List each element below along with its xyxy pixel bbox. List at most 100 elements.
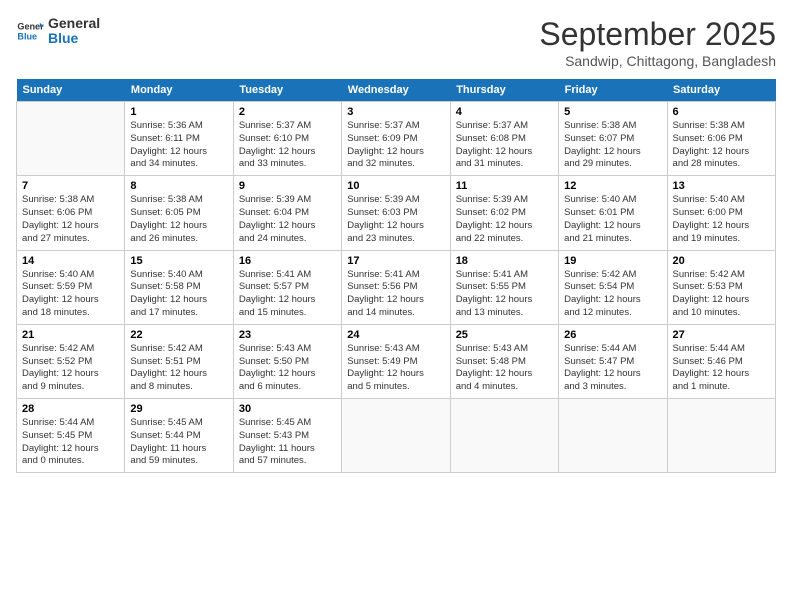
day-info: Sunrise: 5:42 AM Sunset: 5:53 PM Dayligh… — [673, 269, 770, 320]
day-info: Sunrise: 5:37 AM Sunset: 6:09 PM Dayligh… — [347, 120, 444, 171]
svg-text:Blue: Blue — [17, 32, 37, 42]
calendar-cell: 1 Sunrise: 5:36 AM Sunset: 6:11 PM Daylig… — [125, 102, 233, 176]
day-info: Sunrise: 5:43 AM Sunset: 5:49 PM Dayligh… — [347, 343, 444, 394]
day-number: 13 — [673, 180, 770, 192]
day-info: Sunrise: 5:38 AM Sunset: 6:05 PM Dayligh… — [130, 194, 227, 245]
header-cell-tuesday: Tuesday — [233, 79, 341, 102]
calendar-cell — [450, 399, 558, 473]
calendar-cell: 22Sunrise: 5:42 AM Sunset: 5:51 PM Dayli… — [125, 324, 233, 398]
day-number: 15 — [130, 255, 227, 267]
day-info: Sunrise: 5:38 AM Sunset: 6:06 PM Dayligh… — [673, 120, 770, 171]
week-row-2: 7 Sunrise: 5:38 AM Sunset: 6:06 PM Daylig… — [17, 176, 776, 250]
calendar-cell: 12 Sunrise: 5:40 AM Sunset: 6:01 PM Dayli… — [559, 176, 667, 250]
header-cell-saturday: Saturday — [667, 79, 775, 102]
day-info: Sunrise: 5:39 AM Sunset: 6:03 PM Dayligh… — [347, 194, 444, 245]
calendar-cell: 21Sunrise: 5:42 AM Sunset: 5:52 PM Dayli… — [17, 324, 125, 398]
day-info: Sunrise: 5:41 AM Sunset: 5:55 PM Dayligh… — [456, 269, 553, 320]
calendar-cell: 7 Sunrise: 5:38 AM Sunset: 6:06 PM Daylig… — [17, 176, 125, 250]
calendar-header: SundayMondayTuesdayWednesdayThursdayFrid… — [17, 79, 776, 102]
calendar-cell: 3 Sunrise: 5:37 AM Sunset: 6:09 PM Daylig… — [342, 102, 450, 176]
day-info: Sunrise: 5:38 AM Sunset: 6:06 PM Dayligh… — [22, 194, 119, 245]
day-info: Sunrise: 5:44 AM Sunset: 5:45 PM Dayligh… — [22, 417, 119, 468]
header-row: SundayMondayTuesdayWednesdayThursdayFrid… — [17, 79, 776, 102]
day-info: Sunrise: 5:36 AM Sunset: 6:11 PM Dayligh… — [130, 120, 227, 171]
calendar-cell: 17Sunrise: 5:41 AM Sunset: 5:56 PM Dayli… — [342, 250, 450, 324]
logo-icon: General Blue — [16, 17, 44, 45]
day-number: 1 — [130, 106, 227, 118]
day-info: Sunrise: 5:40 AM Sunset: 5:58 PM Dayligh… — [130, 269, 227, 320]
header: General Blue General Blue September 2025… — [16, 16, 776, 69]
calendar-cell: 25Sunrise: 5:43 AM Sunset: 5:48 PM Dayli… — [450, 324, 558, 398]
day-number: 4 — [456, 106, 553, 118]
week-row-1: 1 Sunrise: 5:36 AM Sunset: 6:11 PM Daylig… — [17, 102, 776, 176]
day-number: 9 — [239, 180, 336, 192]
day-number: 18 — [456, 255, 553, 267]
calendar-cell — [17, 102, 125, 176]
day-info: Sunrise: 5:40 AM Sunset: 5:59 PM Dayligh… — [22, 269, 119, 320]
day-number: 29 — [130, 403, 227, 415]
calendar-cell: 24 Sunrise: 5:43 AM Sunset: 5:49 PM Dayli… — [342, 324, 450, 398]
calendar-cell: 23 Sunrise: 5:43 AM Sunset: 5:50 PM Dayli… — [233, 324, 341, 398]
calendar-cell: 29 Sunrise: 5:45 AM Sunset: 5:44 PM Dayli… — [125, 399, 233, 473]
logo-text-general: General — [48, 16, 100, 31]
logo-text-blue: Blue — [48, 31, 100, 46]
day-info: Sunrise: 5:42 AM Sunset: 5:52 PM Dayligh… — [22, 343, 119, 394]
day-info: Sunrise: 5:40 AM Sunset: 6:00 PM Dayligh… — [673, 194, 770, 245]
day-number: 23 — [239, 329, 336, 341]
calendar-cell: 20Sunrise: 5:42 AM Sunset: 5:53 PM Dayli… — [667, 250, 775, 324]
day-info: Sunrise: 5:40 AM Sunset: 6:01 PM Dayligh… — [564, 194, 661, 245]
day-info: Sunrise: 5:39 AM Sunset: 6:04 PM Dayligh… — [239, 194, 336, 245]
calendar-cell — [559, 399, 667, 473]
day-info: Sunrise: 5:37 AM Sunset: 6:10 PM Dayligh… — [239, 120, 336, 171]
day-info: Sunrise: 5:45 AM Sunset: 5:43 PM Dayligh… — [239, 417, 336, 468]
day-number: 7 — [22, 180, 119, 192]
day-info: Sunrise: 5:45 AM Sunset: 5:44 PM Dayligh… — [130, 417, 227, 468]
day-number: 11 — [456, 180, 553, 192]
calendar-cell: 16 Sunrise: 5:41 AM Sunset: 5:57 PM Dayli… — [233, 250, 341, 324]
calendar-cell: 19Sunrise: 5:42 AM Sunset: 5:54 PM Dayli… — [559, 250, 667, 324]
day-number: 12 — [564, 180, 661, 192]
calendar-cell — [342, 399, 450, 473]
day-info: Sunrise: 5:41 AM Sunset: 5:57 PM Dayligh… — [239, 269, 336, 320]
header-cell-wednesday: Wednesday — [342, 79, 450, 102]
calendar-cell: 5Sunrise: 5:38 AM Sunset: 6:07 PM Daylig… — [559, 102, 667, 176]
calendar-body: 1 Sunrise: 5:36 AM Sunset: 6:11 PM Daylig… — [17, 102, 776, 473]
calendar-table: SundayMondayTuesdayWednesdayThursdayFrid… — [16, 79, 776, 473]
day-number: 16 — [239, 255, 336, 267]
week-row-4: 21Sunrise: 5:42 AM Sunset: 5:52 PM Dayli… — [17, 324, 776, 398]
week-row-3: 14 Sunrise: 5:40 AM Sunset: 5:59 PM Dayli… — [17, 250, 776, 324]
title-area: September 2025 Sandwip, Chittagong, Bang… — [539, 16, 776, 69]
day-number: 10 — [347, 180, 444, 192]
day-info: Sunrise: 5:42 AM Sunset: 5:51 PM Dayligh… — [130, 343, 227, 394]
calendar-cell: 28 Sunrise: 5:44 AM Sunset: 5:45 PM Dayli… — [17, 399, 125, 473]
calendar-cell: 10 Sunrise: 5:39 AM Sunset: 6:03 PM Dayli… — [342, 176, 450, 250]
calendar-cell: 8Sunrise: 5:38 AM Sunset: 6:05 PM Daylig… — [125, 176, 233, 250]
day-number: 28 — [22, 403, 119, 415]
day-number: 2 — [239, 106, 336, 118]
day-number: 30 — [239, 403, 336, 415]
day-number: 25 — [456, 329, 553, 341]
calendar-cell: 6 Sunrise: 5:38 AM Sunset: 6:06 PM Daylig… — [667, 102, 775, 176]
day-info: Sunrise: 5:37 AM Sunset: 6:08 PM Dayligh… — [456, 120, 553, 171]
calendar-cell: 27 Sunrise: 5:44 AM Sunset: 5:46 PM Dayli… — [667, 324, 775, 398]
day-number: 27 — [673, 329, 770, 341]
calendar-cell: 15 Sunrise: 5:40 AM Sunset: 5:58 PM Dayli… — [125, 250, 233, 324]
calendar-cell: 11Sunrise: 5:39 AM Sunset: 6:02 PM Dayli… — [450, 176, 558, 250]
day-number: 17 — [347, 255, 444, 267]
calendar-cell — [667, 399, 775, 473]
day-info: Sunrise: 5:44 AM Sunset: 5:46 PM Dayligh… — [673, 343, 770, 394]
header-cell-thursday: Thursday — [450, 79, 558, 102]
day-number: 14 — [22, 255, 119, 267]
day-number: 3 — [347, 106, 444, 118]
calendar-cell: 14 Sunrise: 5:40 AM Sunset: 5:59 PM Dayli… — [17, 250, 125, 324]
day-info: Sunrise: 5:43 AM Sunset: 5:50 PM Dayligh… — [239, 343, 336, 394]
calendar-cell: 13 Sunrise: 5:40 AM Sunset: 6:00 PM Dayli… — [667, 176, 775, 250]
day-number: 19 — [564, 255, 661, 267]
header-cell-sunday: Sunday — [17, 79, 125, 102]
location-subtitle: Sandwip, Chittagong, Bangladesh — [539, 53, 776, 69]
day-info: Sunrise: 5:44 AM Sunset: 5:47 PM Dayligh… — [564, 343, 661, 394]
day-number: 6 — [673, 106, 770, 118]
day-number: 24 — [347, 329, 444, 341]
calendar-cell: 2 Sunrise: 5:37 AM Sunset: 6:10 PM Daylig… — [233, 102, 341, 176]
calendar-cell: 9 Sunrise: 5:39 AM Sunset: 6:04 PM Daylig… — [233, 176, 341, 250]
